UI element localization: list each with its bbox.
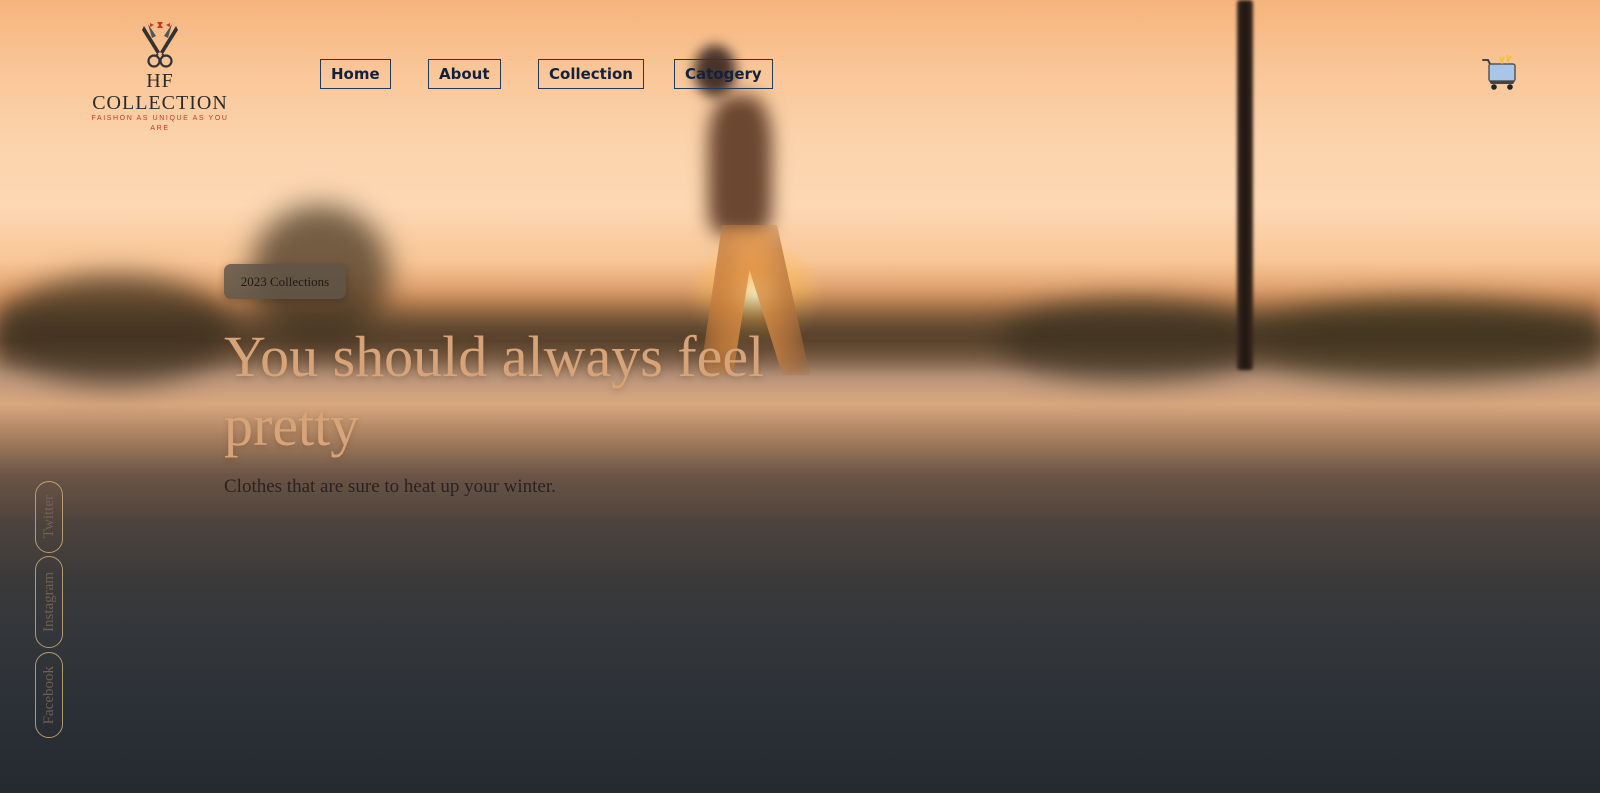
social-instagram[interactable]: Instagram (35, 556, 63, 648)
social-twitter[interactable]: Twitter (35, 481, 63, 553)
nav-item-category[interactable]: Catogery (674, 59, 773, 89)
brand-tagline: FAISHON AS UNIQUE AS YOU ARE (91, 115, 229, 132)
cart-button[interactable] (1480, 52, 1520, 92)
brand-name: HF COLLECTION (92, 70, 228, 114)
nav-item-collection[interactable]: Collection (538, 59, 644, 89)
hero-headline: You should always feel pretty (224, 324, 765, 458)
social-facebook[interactable]: Facebook (35, 652, 63, 738)
background-pole (1237, 0, 1253, 370)
logo[interactable]: HF COLLECTION FAISHON AS UNIQUE AS YOU A… (84, 18, 236, 134)
background-figure (708, 95, 772, 235)
social-label: Twitter (40, 495, 57, 539)
social-label: Facebook (40, 665, 57, 725)
nav-item-home[interactable]: Home (320, 59, 391, 89)
social-label: Instagram (40, 572, 57, 632)
collection-badge[interactable]: 2023 Collections (224, 264, 346, 299)
shopping-cart-icon (1482, 54, 1516, 90)
hero-subline: Clothes that are sure to heat up your wi… (224, 476, 556, 497)
nav-item-about[interactable]: About (428, 59, 501, 89)
scissors-bowtie-icon (142, 22, 178, 68)
